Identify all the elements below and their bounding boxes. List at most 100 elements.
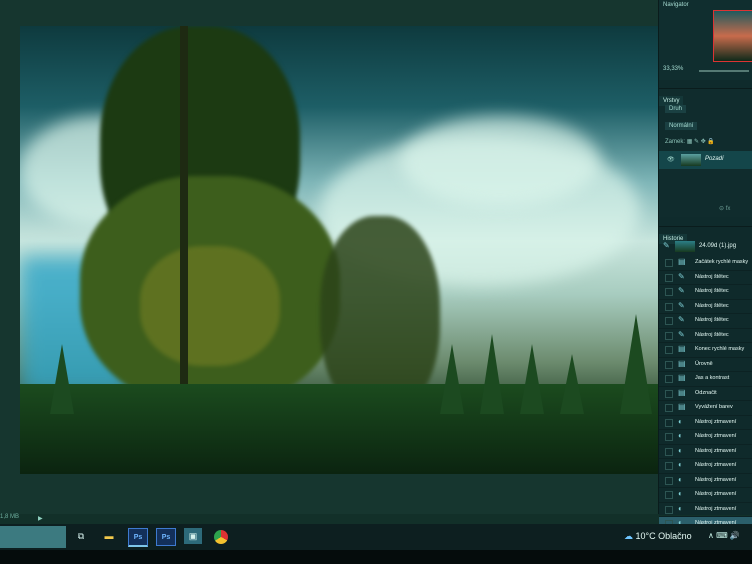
history-item-label: Konec rychlé masky	[695, 346, 745, 352]
history-checkbox[interactable]	[665, 288, 673, 296]
file-explorer-icon[interactable]: ▬	[100, 528, 118, 544]
history-item[interactable]: ▤ Jas a kontrast	[659, 372, 752, 387]
history-checkbox[interactable]	[665, 447, 673, 456]
history-item[interactable]: ✎ Nástroj štětec	[659, 285, 752, 300]
photoshop-2-icon[interactable]: Ps	[156, 528, 176, 546]
history-checkbox[interactable]	[665, 346, 673, 354]
dodge-icon: ◐	[678, 489, 683, 498]
right-panels: Navigator 33,33% Vrstvy Druh Normální Za…	[658, 0, 752, 532]
doc-icon: ▤	[678, 373, 686, 382]
layer-row[interactable]: 👁 Pozadí	[659, 151, 752, 169]
history-item[interactable]: ◐ Nástroj ztmavení	[659, 459, 752, 474]
tree-leaves	[140, 246, 280, 366]
taskbar-search[interactable]	[0, 526, 66, 548]
system-tray[interactable]: ∧ ⌨ 🔊	[708, 531, 740, 540]
history-checkbox[interactable]	[665, 302, 673, 311]
history-item[interactable]: ✎ Nástroj štětec	[659, 329, 752, 343]
status-menu-arrow[interactable]: ▶	[38, 515, 43, 522]
spruce	[480, 334, 504, 414]
history-item[interactable]: ◐ Nástroj ztmavení	[659, 474, 752, 488]
history-item-label: Úrovně	[695, 360, 713, 367]
zoom-slider[interactable]	[699, 70, 749, 72]
history-item-label: Nástroj ztmavení	[695, 476, 737, 483]
history-item[interactable]: ◐ Nástroj ztmavení	[659, 503, 752, 517]
history-item[interactable]: ◐ Nástroj ztmavení	[659, 430, 752, 445]
taskbar: ⧉ ▬ Ps Ps ▣ ☁ 10°C Oblačno ∧ ⌨ 🔊	[0, 524, 752, 550]
task-view-icon[interactable]: ⧉	[72, 528, 90, 544]
brush-icon: ✎	[663, 241, 670, 250]
spruce	[560, 354, 584, 414]
lock-label: Zamek:	[665, 139, 686, 145]
history-item-label: Nástroj ztmavení	[695, 447, 737, 454]
history-checkbox[interactable]	[665, 476, 673, 485]
history-item-label: Nástroj štětec	[695, 331, 729, 338]
history-item[interactable]: ▤ Konec rychlé masky	[659, 343, 752, 358]
history-item-label: Nástroj ztmavení	[695, 433, 737, 439]
doc-icon: ▤	[678, 402, 686, 411]
history-item-label: Nástroj ztmavení	[695, 418, 737, 425]
history-item-label: Nástroj ztmavení	[695, 505, 737, 512]
history-checkbox[interactable]	[665, 505, 673, 514]
history-checkbox[interactable]	[665, 404, 673, 412]
history-item[interactable]: ✎ Nástroj štětec	[659, 314, 752, 329]
spruce	[620, 314, 652, 414]
chrome-icon[interactable]	[214, 530, 228, 544]
document-workspace[interactable]	[0, 0, 658, 514]
photoshop-icon[interactable]: Ps	[128, 528, 148, 547]
layer-footer-icons[interactable]: ⊝ fx	[719, 205, 730, 212]
history-item[interactable]: ◐ Nástroj ztmavení	[659, 445, 752, 459]
history-item[interactable]: ▤ Úrovně	[659, 358, 752, 372]
layer-name: Pozadí	[705, 156, 724, 162]
history-item[interactable]: ▤ Odznačit	[659, 387, 752, 401]
history-checkbox[interactable]	[665, 259, 673, 267]
history-checkbox[interactable]	[665, 317, 673, 325]
history-checkbox[interactable]	[665, 433, 673, 441]
history-item-label: Nástroj štětec	[695, 302, 729, 309]
eye-icon[interactable]: 👁	[667, 156, 675, 163]
dodge-icon: ◐	[678, 431, 683, 440]
history-item-label: Jas a kontrast	[695, 375, 730, 381]
dodge-icon: ◐	[678, 445, 683, 455]
dodge-icon: ◐	[678, 460, 683, 469]
mask-icon: ▤	[678, 257, 686, 266]
history-item[interactable]: ✎ Nástroj štětec	[659, 271, 752, 285]
history-checkbox[interactable]	[665, 331, 673, 340]
snapshot-thumbnail	[675, 241, 695, 252]
snapshot-label: 24.09d (1).jpg	[699, 243, 737, 249]
navigator-title[interactable]: Navigator	[659, 0, 752, 10]
history-snapshot[interactable]: ✎ 24.09d (1).jpg	[659, 239, 752, 255]
history-checkbox[interactable]	[665, 375, 673, 383]
history-item[interactable]: ◐ Nástroj ztmavení	[659, 416, 752, 430]
spruce	[50, 344, 74, 414]
history-item[interactable]: ▤ Vyvážení barev	[659, 401, 752, 416]
cloud-icon: ☁	[624, 531, 633, 541]
history-panel: Historie ✎ 24.09d (1).jpg ▤ Začátek rychl…	[659, 226, 752, 532]
weather-widget[interactable]: ☁ 10°C Oblačno	[624, 531, 692, 542]
history-item[interactable]: ✎ Nástroj štětec	[659, 300, 752, 314]
layer-filter-select[interactable]: Druh	[665, 105, 687, 113]
history-item[interactable]: ◐ Nástroj ztmavení	[659, 488, 752, 503]
brush-icon: ✎	[678, 329, 685, 339]
history-list: ▤ Začátek rychlé masky ✎ Nástroj štětec ✎ Nás…	[659, 256, 752, 532]
blend-mode-select[interactable]: Normální	[665, 122, 698, 130]
navigator-thumbnail[interactable]	[713, 10, 752, 62]
brush-icon: ✎	[678, 286, 685, 295]
history-checkbox[interactable]	[665, 360, 673, 369]
history-item-label: Nástroj štětec	[695, 288, 729, 294]
history-item[interactable]: ▤ Začátek rychlé masky	[659, 256, 752, 271]
history-checkbox[interactable]	[665, 418, 673, 427]
history-checkbox[interactable]	[665, 389, 673, 398]
history-item-label: Nástroj ztmavení	[695, 462, 737, 468]
doc-icon: ▤	[678, 358, 686, 368]
image-canvas[interactable]	[20, 26, 658, 474]
screen: 1,8 MB ▶ Navigator 33,33% Vrstvy Druh No…	[0, 0, 752, 564]
history-checkbox[interactable]	[665, 273, 673, 282]
history-item-label: Nástroj štětec	[695, 273, 729, 280]
history-checkbox[interactable]	[665, 491, 673, 499]
lock-icon[interactable]: ▦ ✎ ✥ 🔒	[687, 139, 715, 145]
zoom-level[interactable]: 33,33%	[663, 66, 683, 72]
layers-panel: Vrstvy Druh Normální Zamek: ▦ ✎ ✥ 🔒 👁 Po…	[659, 88, 752, 217]
photos-app-icon[interactable]: ▣	[184, 528, 202, 544]
history-checkbox[interactable]	[665, 462, 673, 470]
doc-icon: ▤	[678, 387, 686, 397]
